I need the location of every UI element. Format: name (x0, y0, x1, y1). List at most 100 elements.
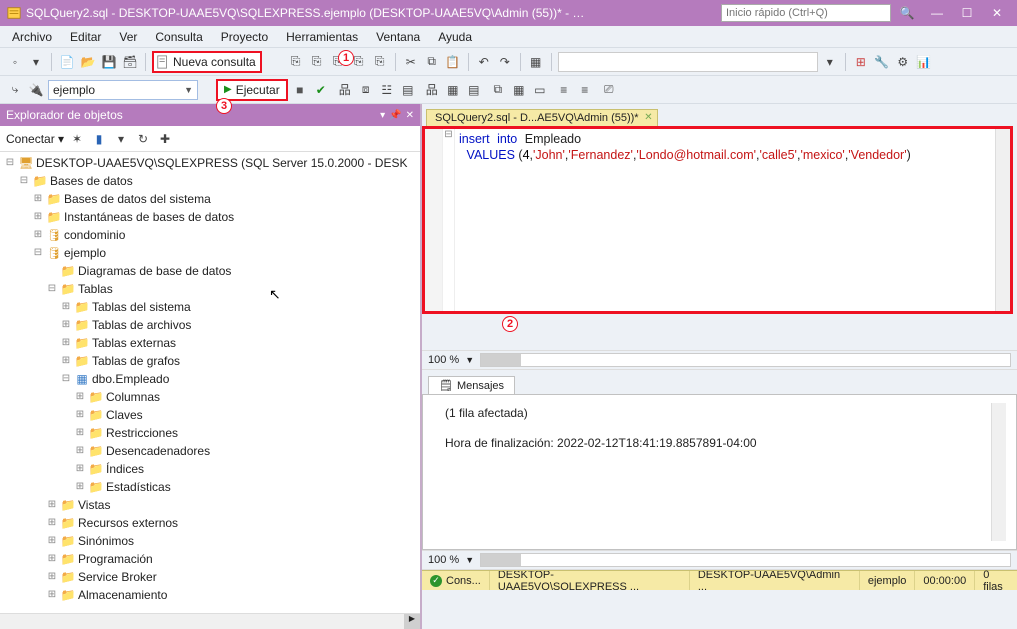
back-icon[interactable]: ◦ (6, 53, 24, 71)
filter2-icon[interactable]: ✚ (156, 130, 174, 148)
tree-restr[interactable]: Restricciones (106, 424, 178, 442)
tree-tablas-ext[interactable]: Tablas externas (92, 334, 176, 352)
live-stats-icon[interactable]: ▤ (399, 81, 417, 99)
fwd-icon[interactable]: ▾ (27, 53, 45, 71)
use-db-icon[interactable]: ⤷ (6, 81, 24, 99)
tree-recext[interactable]: Recursos externos (78, 514, 178, 532)
xml-icon[interactable]: ⎘ (287, 53, 305, 71)
editor-vscrollbar[interactable] (995, 129, 1010, 311)
menu-proyecto[interactable]: Proyecto (213, 28, 276, 46)
zoom2-value[interactable]: 100 % (428, 554, 459, 566)
tree-claves[interactable]: Claves (106, 406, 143, 424)
estimated-plan-icon[interactable]: 品 (336, 81, 354, 99)
object-tree[interactable]: ⊟🖥DESKTOP-UAAE5VQ\SQLEXPRESS (SQL Server… (0, 152, 420, 613)
tree-diagramas[interactable]: Diagramas de base de datos (78, 262, 231, 280)
xml2-icon[interactable]: ⎘ (308, 53, 326, 71)
editor-hscrollbar[interactable] (480, 353, 1011, 367)
tree-prog[interactable]: Programación (78, 550, 153, 568)
tree-snapshots[interactable]: Instantáneas de bases de datos (64, 208, 234, 226)
specify-values-icon[interactable]: ⎚ (600, 81, 618, 99)
chevron-down-icon[interactable]: ▼ (465, 555, 474, 565)
editor-code[interactable]: insert into Empleado VALUES (4,'John','F… (455, 129, 995, 311)
menu-ver[interactable]: Ver (111, 28, 145, 46)
menu-herramientas[interactable]: Herramientas (278, 28, 366, 46)
messages-hscrollbar[interactable] (480, 553, 1011, 567)
stop-icon[interactable]: ▮ (90, 130, 108, 148)
include-plan-icon[interactable]: ☳ (378, 81, 396, 99)
open-icon[interactable]: 📂 (79, 53, 97, 71)
properties-icon[interactable]: 🔧 (873, 53, 891, 71)
tree-sinonimos[interactable]: Sinónimos (78, 532, 134, 550)
undo-icon[interactable]: ↶ (475, 53, 493, 71)
search-icon[interactable]: 🔍 (893, 3, 921, 23)
change-conn-icon[interactable]: 🔌 (27, 81, 45, 99)
hscroll-right[interactable]: ▶ (404, 614, 420, 629)
tree-condominio[interactable]: condominio (64, 226, 125, 244)
comment-icon[interactable]: ⧉ (489, 81, 507, 99)
minimize-button[interactable]: — (923, 3, 951, 23)
refresh-icon[interactable]: ↻ (134, 130, 152, 148)
cut-icon[interactable]: ✂ (402, 53, 420, 71)
disconnect-icon[interactable]: ✶ (68, 130, 86, 148)
xml5-icon[interactable]: ⎘ (371, 53, 389, 71)
new-project-icon[interactable]: 📄 (58, 53, 76, 71)
tree-vistas[interactable]: Vistas (78, 496, 110, 514)
toolbox-icon[interactable]: ⚙ (894, 53, 912, 71)
nueva-consulta-button[interactable]: Nueva consulta (152, 51, 262, 73)
debug-icon[interactable]: ■ (291, 81, 309, 99)
save-all-icon[interactable]: 🗃 (121, 53, 139, 71)
tree-indices[interactable]: Índices (106, 460, 144, 478)
tree-sb[interactable]: Service Broker (78, 568, 157, 586)
results-text-icon[interactable]: ▤ (465, 81, 483, 99)
paste-icon[interactable]: 📋 (444, 53, 462, 71)
panel-close-icon[interactable]: ✕ (406, 110, 414, 121)
indent-icon[interactable]: ▭ (531, 81, 549, 99)
indent2-icon[interactable]: ≡ (576, 81, 594, 99)
panel-pin-icon[interactable]: 📌 (389, 110, 401, 121)
connect-dropdown[interactable]: Conectar ▾ (6, 132, 64, 146)
dropdown-icon[interactable]: ▾ (821, 53, 839, 71)
menu-ventana[interactable]: Ventana (368, 28, 428, 46)
tree-bases[interactable]: Bases de datos (50, 172, 133, 190)
menu-archivo[interactable]: Archivo (4, 28, 60, 46)
tree-tablas[interactable]: Tablas (78, 280, 113, 298)
messages-pane[interactable]: (1 fila afectada) Hora de finalización: … (422, 394, 1017, 550)
uncomment-icon[interactable]: ▦ (510, 81, 528, 99)
activity-icon[interactable]: 📊 (915, 53, 933, 71)
client-stats-icon[interactable]: 品 (423, 81, 441, 99)
tree-tablas-sys[interactable]: Tablas del sistema (92, 298, 191, 316)
messages-vscrollbar[interactable] (991, 403, 1006, 541)
zoom-value[interactable]: 100 % (428, 354, 459, 366)
panel-options-icon[interactable]: ▾ (380, 110, 385, 121)
tree-tablas-arch[interactable]: Tablas de archivos (92, 316, 191, 334)
messages-tab[interactable]: 🗒 Mensajes (428, 376, 515, 394)
document-tab[interactable]: SQLQuery2.sql - D...AE5VQ\Admin (55))* ✕ (426, 109, 658, 126)
sql-editor[interactable]: ⊟ insert into Empleado VALUES (4,'John',… (422, 126, 1013, 314)
outdent-icon[interactable]: ≡ (555, 81, 573, 99)
tree-alm[interactable]: Almacenamiento (78, 586, 167, 604)
results-grid-icon[interactable]: ▦ (444, 81, 462, 99)
tree-bases-sys[interactable]: Bases de datos del sistema (64, 190, 211, 208)
parse-icon[interactable]: ✔ (312, 81, 330, 99)
tree-ejemplo[interactable]: ejemplo (64, 244, 106, 262)
filter-icon[interactable]: ▾ (112, 130, 130, 148)
plan-icon[interactable]: ⧈ (357, 81, 375, 99)
find-icon[interactable]: ▦ (527, 53, 545, 71)
tab-close-icon[interactable]: ✕ (644, 112, 652, 123)
menu-ayuda[interactable]: Ayuda (430, 28, 480, 46)
tree-tablas-graf[interactable]: Tablas de grafos (92, 352, 180, 370)
registered-servers-icon[interactable]: ⊞ (852, 53, 870, 71)
copy-icon[interactable]: ⧉ (423, 53, 441, 71)
maximize-button[interactable]: ☐ (953, 3, 981, 23)
tree-root[interactable]: DESKTOP-UAAE5VQ\SQLEXPRESS (SQL Server 1… (36, 154, 407, 172)
ejecutar-button[interactable]: ▶ Ejecutar (216, 79, 288, 101)
database-dropdown[interactable]: ejemplo ▼ (48, 80, 198, 100)
menu-editar[interactable]: Editar (62, 28, 109, 46)
redo-icon[interactable]: ↷ (496, 53, 514, 71)
chevron-down-icon[interactable]: ▼ (465, 355, 474, 365)
tree-stats[interactable]: Estadísticas (106, 478, 171, 496)
tree-empleado[interactable]: dbo.Empleado (92, 370, 169, 388)
quick-launch-input[interactable] (721, 4, 891, 22)
menu-consulta[interactable]: Consulta (147, 28, 210, 46)
save-icon[interactable]: 💾 (100, 53, 118, 71)
